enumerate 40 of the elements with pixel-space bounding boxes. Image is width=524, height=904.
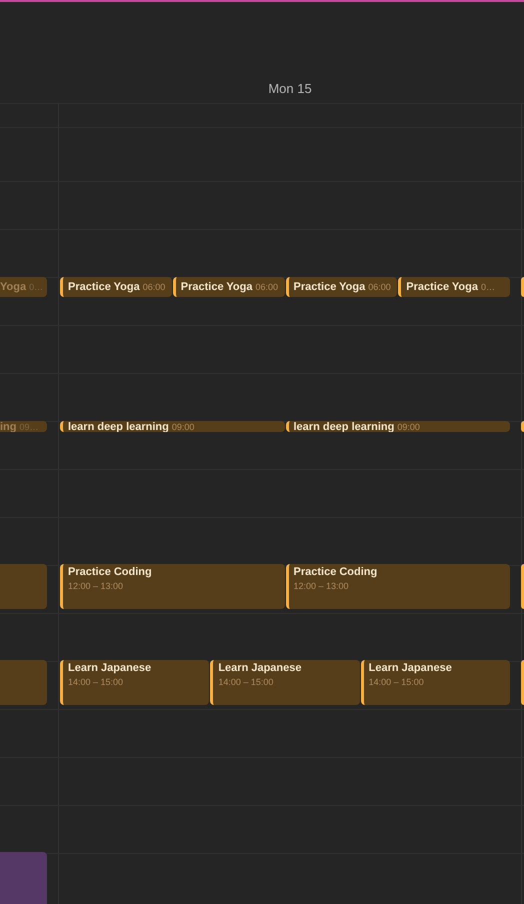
event-time: 09:00 [172, 422, 194, 432]
event-block[interactable]: Practice Coding 12:00 – 13:00 [286, 564, 510, 609]
event-block[interactable]: Learn Japanese 14:00 – 15:00 [210, 660, 360, 705]
event-title: Learn Japanese [68, 662, 152, 674]
event-title: Practice Yoga [294, 281, 366, 293]
event-block[interactable]: Learn Japanese 14:00 – 15:00 [360, 660, 510, 705]
event-block[interactable]: Practice Yoga 06:00 [60, 277, 172, 297]
event-edge[interactable] [521, 564, 524, 609]
event-edge[interactable] [521, 277, 524, 297]
event-title: Practice Coding [294, 566, 378, 578]
day-header: Mon 15 [268, 80, 312, 98]
event-time: 14:00 – 15:00 [218, 676, 274, 688]
event-time: 06:00 [142, 282, 166, 292]
event-title: Learn Japanese [218, 662, 302, 674]
event-block[interactable]: Practice Yoga 0… [398, 277, 510, 297]
event-time: 09:00 [397, 422, 420, 432]
event-block[interactable]: Practice Yoga 06:00 [172, 277, 284, 297]
event-block[interactable]: Learn Japanese 14:00 – 15:00 [60, 660, 210, 705]
event-time: 12:00 – 13:00 [68, 580, 124, 592]
event-title: learn deep learning [68, 421, 169, 432]
event-time: 06:00 [368, 282, 391, 292]
event-edge[interactable] [521, 660, 524, 705]
event-block[interactable]: learn deep learning 09:00 [286, 421, 510, 432]
event-block[interactable]: learn deep learning 09:00 [60, 421, 284, 432]
event-time: 14:00 – 15:00 [68, 676, 124, 688]
event-time: 0… [481, 282, 496, 292]
event-title: Learn Japanese [368, 662, 453, 674]
event-title: Practice Yoga [68, 281, 140, 293]
event-title: Practice Yoga [406, 281, 478, 293]
event-title: Practice Coding [68, 566, 153, 578]
event-block[interactable]: Practice Coding 12:00 – 13:00 [60, 564, 284, 609]
event-time: 12:00 – 13:00 [294, 580, 350, 592]
event-title: ing [0, 421, 16, 432]
event-time: 14:00 – 15:00 [368, 676, 425, 688]
event-block[interactable]: Practice Yoga 06:00 [286, 277, 398, 297]
event-title: learn deep learning [294, 421, 394, 432]
event-title: Practice Yoga [180, 281, 252, 293]
event-time: 06:00 [256, 282, 278, 292]
event-title: Yoga [0, 281, 26, 293]
event-edge[interactable] [521, 421, 524, 432]
